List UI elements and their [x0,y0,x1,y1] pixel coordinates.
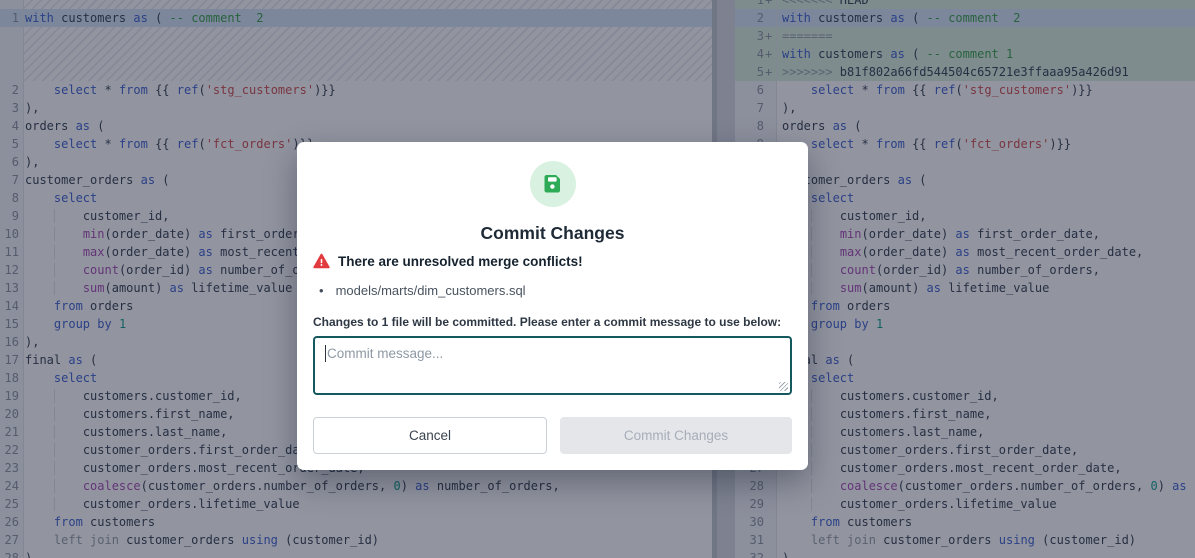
text-cursor [325,345,326,362]
conflicted-file-item: • models/marts/dim_customers.sql [313,282,792,298]
bullet-icon: • [319,283,324,298]
commit-message-wrap [313,336,792,395]
commit-instruction: Changes to 1 file will be committed. Ple… [313,315,792,329]
modal-buttons: Cancel Commit Changes [313,417,792,454]
warning-text: There are unresolved merge conflicts! [338,254,583,269]
commit-message-input[interactable] [313,336,792,395]
modal-title: Commit Changes [313,223,792,243]
conflicted-file-path: models/marts/dim_customers.sql [336,283,526,298]
ide-screen: 1with customers as ( -- comment 22 selec… [0,0,1195,558]
commit-changes-button[interactable]: Commit Changes [560,417,792,454]
merge-conflict-warning: There are unresolved merge conflicts! [313,252,792,270]
warning-triangle-icon [313,253,330,269]
commit-changes-modal: Commit Changes There are unresolved merg… [297,142,808,470]
cancel-button[interactable]: Cancel [313,417,547,454]
save-icon-badge [530,161,576,207]
save-floppy-icon [541,172,565,196]
